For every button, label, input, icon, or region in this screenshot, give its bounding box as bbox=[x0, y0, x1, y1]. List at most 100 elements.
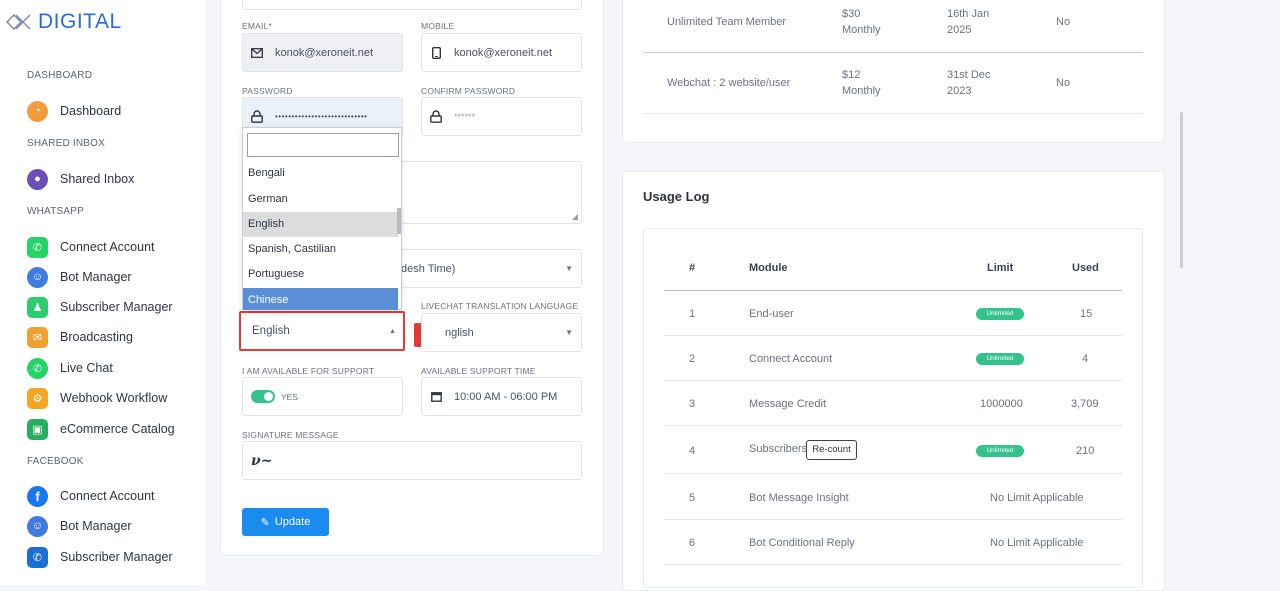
caret-down-icon: ▼ bbox=[565, 328, 573, 337]
sidebar-item-broadcasting[interactable]: ✉ Broadcasting bbox=[27, 326, 133, 348]
webhook-icon: ⚙ bbox=[27, 387, 48, 409]
edit-icon: ✎ bbox=[260, 516, 270, 529]
confirm-password-value: ****** bbox=[454, 111, 476, 122]
subscription-date: 16th Jan bbox=[947, 8, 990, 20]
column-header-number: # bbox=[689, 262, 696, 274]
subscription-status: No bbox=[1056, 16, 1071, 28]
sidebar-item-dashboard[interactable]: ◔ Dashboard bbox=[27, 100, 121, 122]
sidebar-item-label: Connect Account bbox=[60, 489, 155, 503]
subscription-period: Monthly bbox=[842, 85, 881, 97]
dropdown-option-chinese[interactable]: Chinese bbox=[243, 288, 398, 310]
row-number: 5 bbox=[689, 492, 696, 504]
subscription-price: $30 bbox=[842, 8, 861, 20]
sidebar-item-webhook-workflow[interactable]: ⚙ Webhook Workflow bbox=[27, 387, 167, 409]
subscriber-icon: ♟ bbox=[27, 296, 48, 318]
dropdown-option-spanish[interactable]: Spanish, Castilian bbox=[243, 237, 398, 262]
broadcast-icon: ✉ bbox=[27, 326, 48, 348]
sidebar-item-label: Subscriber Manager bbox=[60, 550, 173, 564]
sidebar-item-whatsapp-subscriber-manager[interactable]: ♟ Subscriber Manager bbox=[27, 296, 173, 318]
livechat-translation-value: nglish bbox=[445, 326, 474, 339]
sidebar-item-facebook-subscriber-manager[interactable]: ✆ Subscriber Manager bbox=[27, 546, 173, 568]
lock-icon bbox=[251, 110, 263, 123]
caret-up-icon: ▲ bbox=[389, 327, 396, 335]
usage-log-table bbox=[643, 228, 1143, 588]
row-used: 4 bbox=[1082, 353, 1089, 365]
sidebar-item-label: Live Chat bbox=[60, 361, 113, 375]
support-toggle[interactable] bbox=[251, 390, 275, 403]
logo-mark-icon bbox=[6, 14, 31, 30]
password-label: PASSWORD bbox=[242, 86, 293, 96]
lock-icon bbox=[430, 110, 442, 123]
row-divider bbox=[664, 519, 1122, 520]
sidebar-item-ecommerce-catalog[interactable]: ▣ eCommerce Catalog bbox=[27, 418, 175, 440]
subscription-date: 31st Dec bbox=[947, 69, 991, 81]
row-used: 210 bbox=[1076, 445, 1095, 457]
signature-icon: ν~ bbox=[251, 452, 273, 469]
header-divider bbox=[664, 290, 1122, 291]
sidebar-item-label: Webhook Workflow bbox=[60, 391, 168, 405]
sidebar-item-whatsapp-connect-account[interactable]: ✆ Connect Account bbox=[27, 236, 155, 258]
row-used: 3,709 bbox=[1071, 398, 1099, 410]
calendar-icon bbox=[430, 391, 442, 403]
sidebar-item-facebook-bot-manager[interactable]: ☺ Bot Manager bbox=[27, 515, 132, 537]
signature-field[interactable]: ν~ bbox=[242, 441, 582, 480]
row-number: 1 bbox=[689, 308, 696, 320]
support-time-field[interactable]: 10:00 AM - 06:00 PM bbox=[421, 377, 582, 416]
robot-icon: ☺ bbox=[27, 515, 48, 537]
row-module: Bot Conditional Reply bbox=[749, 537, 855, 549]
sidebar-item-label: Dashboard bbox=[60, 104, 122, 118]
sidebar-item-facebook-connect-account[interactable]: f Connect Account bbox=[27, 485, 155, 507]
dropdown-option-german[interactable]: German bbox=[243, 187, 398, 212]
row-limit: No Limit Applicable bbox=[990, 537, 1084, 549]
brand-logo[interactable]: DIGITAL bbox=[5, 10, 122, 34]
envelope-icon bbox=[251, 47, 263, 59]
sidebar-item-label: Bot Manager bbox=[60, 270, 132, 284]
language-search-input[interactable] bbox=[247, 133, 399, 157]
update-button[interactable]: ✎ Update bbox=[242, 508, 329, 536]
dropdown-scrollbar[interactable] bbox=[397, 208, 401, 234]
mobile-value: konok@xeroneit.net bbox=[454, 46, 553, 59]
row-number: 3 bbox=[689, 398, 696, 410]
email-field[interactable]: konok@xeroneit.net bbox=[242, 33, 403, 72]
row-divider bbox=[664, 473, 1122, 474]
row-divider bbox=[643, 52, 1143, 53]
language-select[interactable]: English ▲ bbox=[239, 311, 405, 351]
livechat-translation-label: LIVECHAT TRANSLATION LANGUAGE bbox=[421, 301, 579, 311]
recount-button[interactable]: Re-count bbox=[806, 440, 857, 460]
support-toggle-field: YES bbox=[242, 377, 403, 416]
language-value: English bbox=[252, 325, 290, 337]
dashboard-icon: ◔ bbox=[27, 100, 48, 122]
row-divider bbox=[664, 380, 1122, 381]
row-divider bbox=[643, 113, 1143, 114]
row-limit: 1000000 bbox=[980, 398, 1023, 410]
row-used: 15 bbox=[1080, 308, 1093, 320]
resize-handle-icon: ◢ bbox=[571, 212, 578, 221]
confirm-password-field[interactable]: ****** bbox=[421, 97, 582, 136]
subscription-price: $12 bbox=[842, 69, 861, 81]
phone-icon bbox=[430, 46, 442, 59]
mobile-label: MOBILE bbox=[421, 21, 455, 31]
top-field[interactable] bbox=[242, 0, 582, 10]
signature-label: SIGNATURE MESSAGE bbox=[242, 430, 339, 440]
dropdown-option-english[interactable]: English bbox=[243, 212, 398, 237]
sidebar-item-whatsapp-bot-manager[interactable]: ☺ Bot Manager bbox=[27, 266, 132, 288]
sidebar-item-label: Bot Manager bbox=[60, 519, 132, 533]
sidebar-item-live-chat[interactable]: ✆ Live Chat bbox=[27, 357, 113, 379]
sidebar-item-label: Shared Inbox bbox=[60, 172, 135, 186]
row-divider bbox=[664, 335, 1122, 336]
row-limit: No Limit Applicable bbox=[990, 492, 1084, 504]
sidebar-item-shared-inbox[interactable]: ● Shared Inbox bbox=[27, 168, 134, 190]
mobile-field[interactable]: konok@xeroneit.net bbox=[421, 33, 582, 72]
support-time-label: AVAILABLE SUPPORT TIME bbox=[421, 366, 536, 376]
sidebar-item-label: Broadcasting bbox=[60, 330, 133, 344]
page-scrollbar[interactable] bbox=[1180, 112, 1183, 268]
unlimited-badge: Unlimited bbox=[976, 445, 1024, 457]
sidebar-item-label: eCommerce Catalog bbox=[60, 422, 175, 436]
row-divider bbox=[664, 564, 1122, 565]
livechat-translation-select[interactable]: nglish ▼ bbox=[421, 313, 582, 352]
sidebar-item-label: Connect Account bbox=[60, 240, 155, 254]
brand-name: DIGITAL bbox=[38, 10, 122, 33]
dropdown-option-portuguese[interactable]: Portuguese bbox=[243, 262, 398, 287]
dropdown-option-bengali[interactable]: Bengali bbox=[243, 161, 398, 186]
row-number: 4 bbox=[689, 445, 696, 457]
